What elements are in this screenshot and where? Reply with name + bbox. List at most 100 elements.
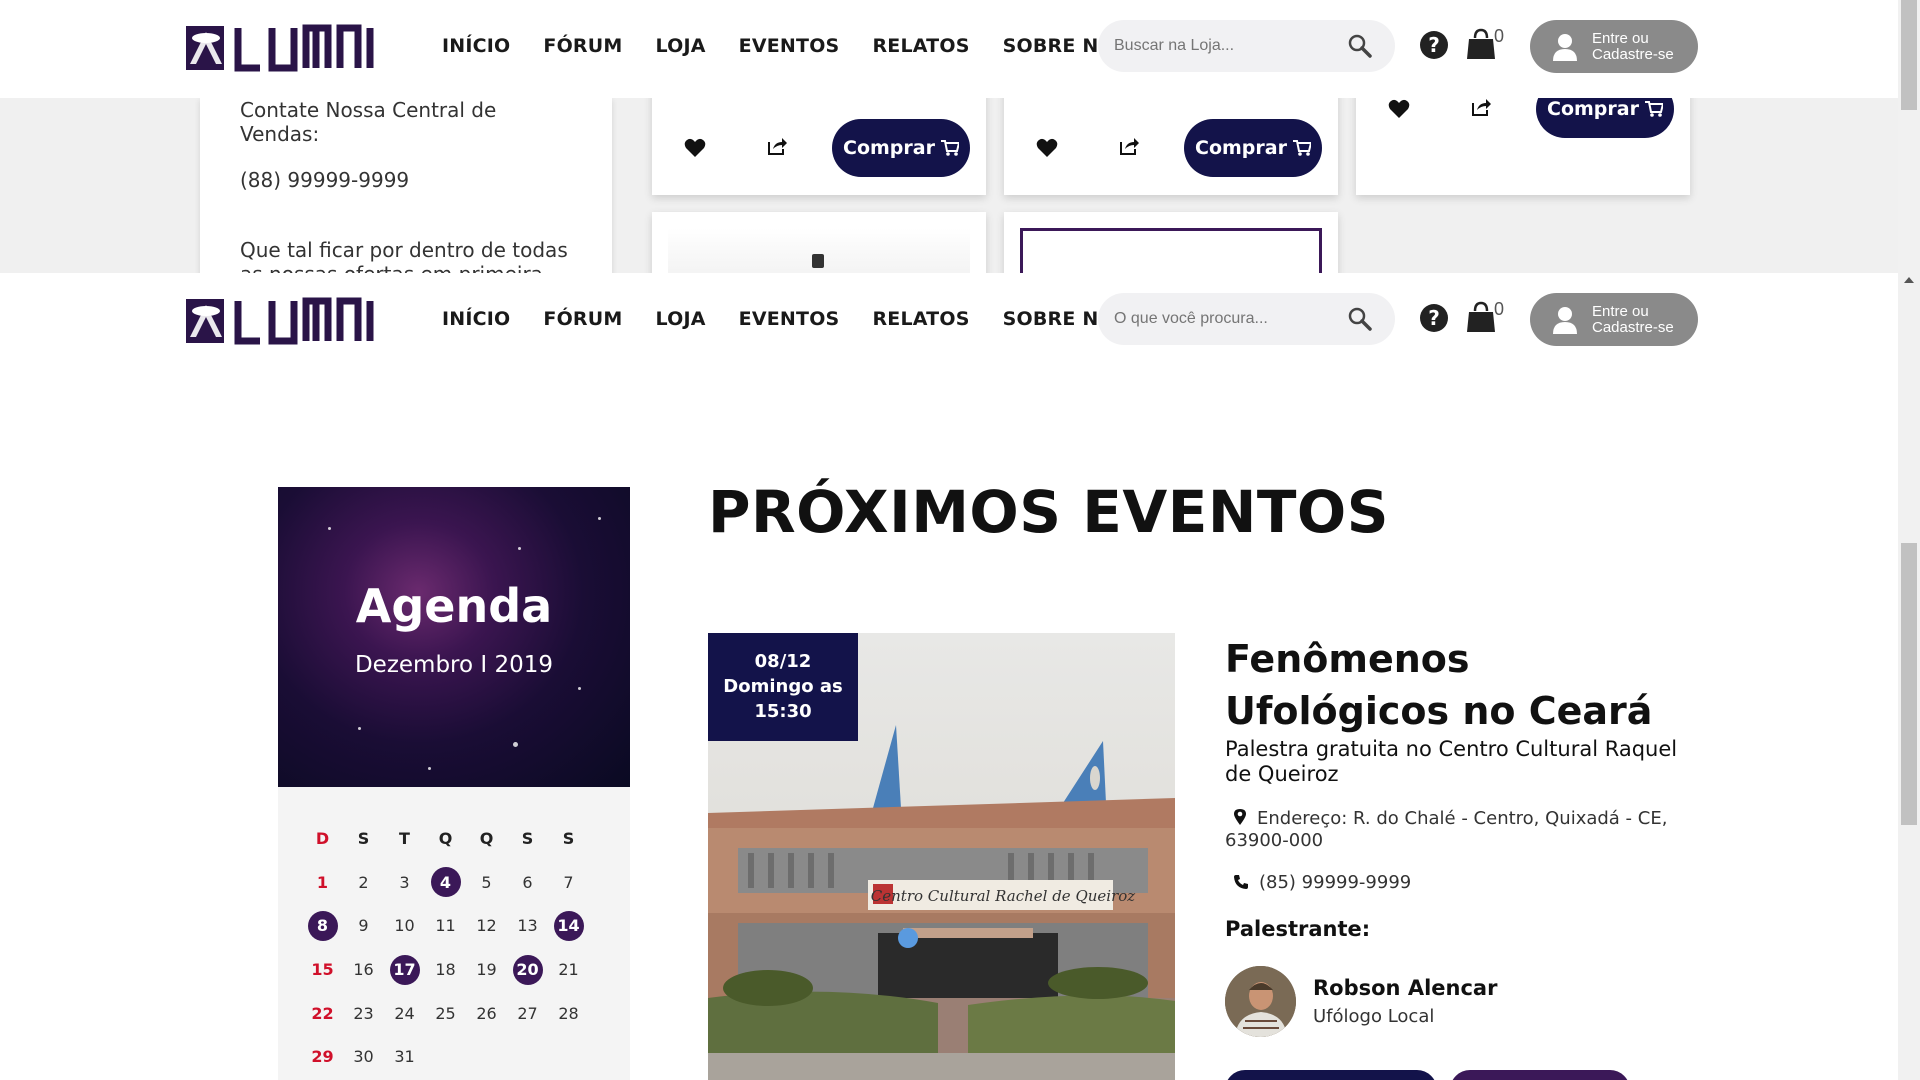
calendar-day-number: 1 — [316, 872, 329, 892]
event-action-button[interactable] — [1225, 1070, 1437, 1080]
calendar-day-event[interactable]: 14 — [548, 904, 589, 948]
calendar-day[interactable]: 25 — [425, 991, 466, 1035]
calendar-weekday: Q — [438, 829, 453, 849]
calendar-day[interactable]: 9 — [343, 904, 384, 948]
calendar-day[interactable]: 5 — [466, 861, 507, 905]
calendar-day[interactable]: 29 — [302, 1035, 343, 1079]
calendar-day-number: 5 — [481, 872, 492, 892]
calendar-day[interactable]: 12 — [466, 904, 507, 948]
calendar-day[interactable]: 31 — [384, 1035, 425, 1079]
product-card: Comprar — [1004, 98, 1338, 195]
speaker-role: Ufólogo Local — [1313, 1006, 1435, 1027]
nav-eventos[interactable]: EVENTOS — [739, 35, 840, 57]
star — [513, 742, 518, 747]
event-day: Domingo as — [723, 676, 843, 697]
nav-loja[interactable]: LOJA — [656, 35, 706, 57]
calendar-day-event[interactable]: 8 — [302, 904, 343, 948]
calendar-day-number: 28 — [558, 1003, 579, 1023]
calendar-day[interactable]: 28 — [548, 991, 589, 1035]
help-icon[interactable]: ? — [1419, 303, 1449, 333]
nav-inicio[interactable]: INÍCIO — [442, 35, 510, 57]
star — [358, 727, 361, 730]
calendar-weekday: D — [315, 829, 330, 849]
page-scrollbar[interactable] — [1898, 273, 1920, 1080]
buy-button[interactable]: Comprar — [832, 119, 970, 177]
scroll-up-arrow-icon[interactable] — [1904, 277, 1914, 283]
scrollbar-thumb[interactable] — [1901, 0, 1917, 110]
event-phone-text: (85) 99999-9999 — [1259, 872, 1412, 893]
share-icon[interactable] — [766, 136, 788, 156]
calendar-day[interactable]: 21 — [548, 948, 589, 992]
calendar-day-event[interactable]: 17 — [384, 948, 425, 992]
top-scrollbar[interactable] — [1898, 0, 1920, 273]
lumni-logo[interactable] — [186, 24, 376, 74]
login-line2: Cadastre-se — [1592, 318, 1674, 336]
favorite-icon[interactable] — [1036, 138, 1058, 158]
cart-count: 0 — [1494, 299, 1505, 319]
calendar-day[interactable]: 10 — [384, 904, 425, 948]
location-pin-icon — [1234, 809, 1246, 825]
calendar-day[interactable]: 16 — [343, 948, 384, 992]
calendar-day[interactable]: 2 — [343, 861, 384, 905]
nav-loja[interactable]: LOJA — [656, 308, 706, 330]
calendar-day-number: 4 — [430, 867, 461, 898]
favorite-icon[interactable] — [1388, 99, 1410, 119]
calendar-day[interactable]: 27 — [507, 991, 548, 1035]
favorite-icon[interactable] — [684, 138, 706, 158]
store-search-input[interactable] — [1114, 37, 1344, 55]
nav-relatos[interactable]: RELATOS — [872, 35, 969, 57]
login-line2: Cadastre-se — [1592, 45, 1674, 63]
calendar-day[interactable]: 24 — [384, 991, 425, 1035]
search-icon[interactable] — [1347, 33, 1373, 59]
calendar-day-number: 19 — [476, 960, 497, 980]
buy-button[interactable]: Comprar — [1184, 119, 1322, 177]
buy-button[interactable]: Comprar — [1536, 98, 1674, 138]
search-icon[interactable] — [1347, 306, 1373, 332]
cart-count: 0 — [1494, 26, 1505, 46]
user-icon — [1553, 33, 1577, 61]
site-search-box — [1098, 293, 1395, 345]
site-search-input[interactable] — [1114, 310, 1344, 328]
star — [598, 517, 601, 520]
event-address: Endereço: R. do Chalé - Centro, Quixadá … — [1225, 808, 1675, 852]
calendar-day-number: 31 — [394, 1047, 415, 1067]
help-icon[interactable]: ? — [1419, 30, 1449, 60]
nav-forum[interactable]: FÓRUM — [543, 35, 622, 57]
nav-inicio[interactable]: INÍCIO — [442, 308, 510, 330]
share-icon[interactable] — [1470, 98, 1492, 117]
speaker-name: Robson Alencar — [1313, 976, 1498, 1000]
event-action-button-secondary[interactable] — [1450, 1070, 1630, 1080]
calendar-day[interactable]: 30 — [343, 1035, 384, 1079]
calendar-day[interactable]: 1 — [302, 861, 343, 905]
calendar-day-event[interactable]: 4 — [425, 861, 466, 905]
shopping-bag-icon[interactable] — [1467, 28, 1495, 60]
share-icon[interactable] — [1118, 136, 1140, 156]
calendar-day-number: 24 — [394, 1003, 415, 1023]
calendar-day[interactable]: 18 — [425, 948, 466, 992]
calendar-day[interactable]: 11 — [425, 904, 466, 948]
calendar-day[interactable]: 13 — [507, 904, 548, 948]
nav-relatos[interactable]: RELATOS — [872, 308, 969, 330]
shopping-bag-icon[interactable] — [1467, 301, 1495, 333]
calendar-day[interactable]: 6 — [507, 861, 548, 905]
nav-eventos[interactable]: EVENTOS — [739, 308, 840, 330]
calendar-day[interactable]: 7 — [548, 861, 589, 905]
calendar-day[interactable]: 3 — [384, 861, 425, 905]
calendar-day-number: 14 — [553, 910, 584, 941]
calendar-day-number: 17 — [389, 954, 420, 985]
calendar-day-event[interactable]: 20 — [507, 948, 548, 992]
calendar-day-number: 30 — [353, 1047, 374, 1067]
login-button[interactable]: Entre ou Cadastre-se — [1530, 20, 1698, 73]
lumni-logo[interactable] — [186, 297, 376, 347]
calendar-day[interactable]: 23 — [343, 991, 384, 1035]
calendar-day[interactable]: 26 — [466, 991, 507, 1035]
calendar-day-number: 6 — [522, 872, 533, 892]
calendar-day[interactable]: 15 — [302, 948, 343, 992]
login-button[interactable]: Entre ou Cadastre-se — [1530, 293, 1698, 346]
event-title[interactable]: Fenômenos Ufológicos no Ceará — [1225, 633, 1695, 737]
calendar-day[interactable]: 19 — [466, 948, 507, 992]
calendar-day[interactable]: 22 — [302, 991, 343, 1035]
nav-forum[interactable]: FÓRUM — [543, 308, 622, 330]
scrollbar-thumb[interactable] — [1901, 543, 1917, 825]
contact-heading: Contate Nossa Central de Vendas: — [240, 98, 497, 146]
